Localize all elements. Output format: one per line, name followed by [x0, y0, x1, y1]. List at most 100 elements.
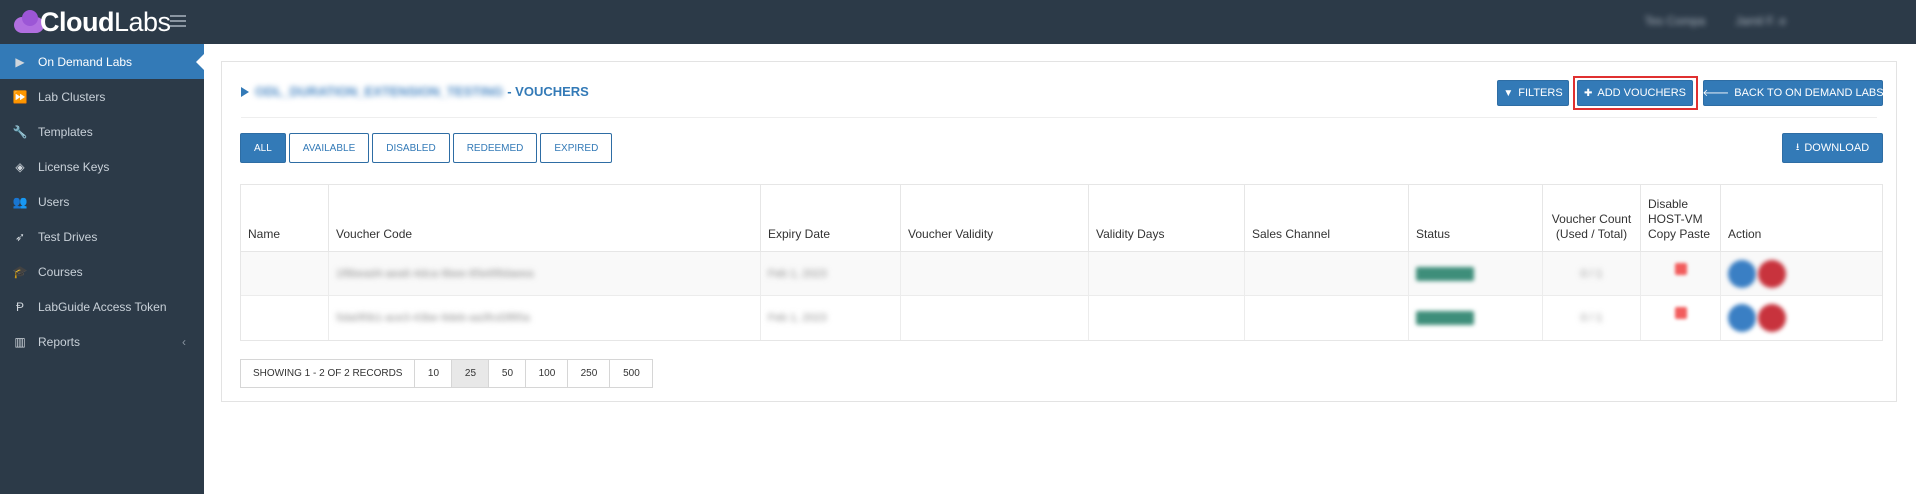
- status-badge: [1416, 266, 1474, 281]
- table-row: 1f8bead4-aea6-4dca-9bee-85e6f8daeea Feb …: [241, 252, 1882, 296]
- cell-name: [241, 252, 329, 295]
- sidebar-item-label: Reports: [38, 334, 81, 349]
- tab-disabled[interactable]: DISABLED: [372, 133, 450, 163]
- tab-expired[interactable]: EXPIRED: [540, 133, 613, 163]
- sidebar-item-label: Test Drives: [38, 229, 98, 244]
- cell-status: [1409, 252, 1543, 295]
- caret-right-icon[interactable]: [241, 86, 249, 97]
- tab-all[interactable]: ALL: [240, 133, 286, 163]
- table-header: Name Voucher Code Expiry Date Voucher Va…: [241, 185, 1882, 252]
- column-header-expiry-date[interactable]: Expiry Date: [761, 185, 901, 251]
- cell-sales-channel: [1245, 252, 1409, 295]
- cell-voucher-count: 0 / 1: [1543, 252, 1641, 295]
- table-body: 1f8bead4-aea6-4dca-9bee-85e6f8daeea Feb …: [241, 252, 1882, 340]
- voucher-status-tabs: ALL AVAILABLE DISABLED REDEEMED EXPIRED: [240, 133, 613, 163]
- cell-action: [1721, 252, 1882, 295]
- sidebar-item-label: License Keys: [38, 159, 110, 174]
- vouchers-table: Name Voucher Code Expiry Date Voucher Va…: [240, 184, 1883, 341]
- cell-name: [241, 296, 329, 340]
- sidebar-item-license-keys[interactable]: ◈ License Keys: [0, 149, 204, 184]
- cell-validity-days: [1089, 296, 1245, 340]
- back-to-on-demand-labs-button[interactable]: 🡐 BACK TO ON DEMAND LABS: [1702, 80, 1884, 106]
- cell-status: [1409, 296, 1543, 340]
- top-right-user-area: Tes Compa Jamil F. e: [1645, 14, 1786, 28]
- page-size-50[interactable]: 50: [489, 360, 527, 387]
- graduation-cap-icon: 🎓: [12, 264, 28, 279]
- tag-icon: ◈: [15, 159, 25, 174]
- disabled-indicator-icon: [1674, 307, 1687, 319]
- header-divider: [241, 117, 1877, 118]
- cell-action: [1721, 296, 1882, 340]
- delete-button[interactable]: [1758, 259, 1786, 288]
- user-menu[interactable]: Jamil F. e: [1735, 14, 1786, 28]
- edit-button[interactable]: [1728, 304, 1756, 332]
- arrow-left-icon: 🡐: [1702, 88, 1730, 99]
- plus-icon: ✚: [1584, 87, 1593, 99]
- cell-validity-days: [1089, 252, 1245, 295]
- cell-disable-copy-paste: [1641, 252, 1721, 295]
- tab-available[interactable]: AVAILABLE: [288, 133, 370, 163]
- users-icon: 👥: [12, 194, 28, 209]
- rocket-icon: ➶: [14, 229, 26, 244]
- sidebar-item-test-drives[interactable]: ➶ Test Drives: [0, 219, 204, 254]
- column-header-voucher-validity[interactable]: Voucher Validity: [901, 185, 1089, 251]
- column-header-voucher-code[interactable]: Voucher Code: [329, 185, 761, 251]
- filters-button[interactable]: ▼ FILTERS: [1497, 80, 1569, 106]
- fast-forward-icon: ⏩: [12, 89, 28, 104]
- page-size-500[interactable]: 500: [610, 360, 652, 387]
- hamburger-menu-icon[interactable]: [170, 15, 186, 27]
- cell-voucher-validity: [901, 296, 1089, 340]
- sidebar-item-label: On Demand Labs: [38, 54, 133, 69]
- column-header-validity-days[interactable]: Validity Days: [1089, 185, 1245, 251]
- cell-voucher-code: 1f8bead4-aea6-4dca-9bee-85e6f8daeea: [329, 252, 761, 295]
- filter-icon: ▼: [1503, 87, 1514, 99]
- status-badge: [1416, 311, 1474, 325]
- column-header-status[interactable]: Status: [1409, 185, 1543, 251]
- column-header-voucher-count: Voucher Count (Used / Total): [1543, 185, 1641, 251]
- table-row: 5da0f0b1-ace3-43be-9deb-aa3fcd3f85a Feb …: [241, 296, 1882, 340]
- cell-voucher-validity: [901, 252, 1089, 295]
- column-header-name[interactable]: Name: [241, 185, 329, 251]
- sidebar-item-label: Courses: [38, 264, 83, 279]
- download-button[interactable]: ⭳ DOWNLOAD: [1782, 133, 1883, 163]
- bar-chart-icon: ▥: [14, 334, 26, 349]
- tab-redeemed[interactable]: REDEEMED: [452, 133, 538, 163]
- wrench-icon: 🔧: [12, 124, 28, 139]
- page-size-250[interactable]: 250: [568, 360, 611, 387]
- column-header-sales-channel[interactable]: Sales Channel: [1245, 185, 1409, 251]
- sidebar: ▶ On Demand Labs ⏩ Lab Clusters 🔧 Templa…: [0, 44, 205, 494]
- cell-voucher-count: 0 / 1: [1543, 296, 1641, 340]
- token-icon: Ᵽ: [15, 299, 24, 314]
- cell-voucher-code: 5da0f0b1-ace3-43be-9deb-aa3fcd3f85a: [329, 296, 761, 340]
- cell-expiry-date: Feb 1, 2023: [761, 252, 901, 295]
- cloudlabs-logo[interactable]: CloudLabs: [14, 7, 171, 37]
- chevron-left-icon: ‹: [182, 334, 186, 349]
- sidebar-item-reports[interactable]: ▥ Reports ‹: [0, 324, 204, 359]
- sidebar-item-labguide-access-token[interactable]: Ᵽ LabGuide Access Token: [0, 289, 204, 324]
- delete-button[interactable]: [1758, 304, 1786, 332]
- download-icon: ⭳: [1795, 141, 1800, 153]
- sidebar-item-label: Templates: [38, 124, 93, 139]
- lab-name: ODL_DURATION_EXTENSION_TESTING: [255, 84, 504, 99]
- brand-name: CloudLabs: [40, 6, 171, 37]
- sidebar-item-on-demand-labs[interactable]: ▶ On Demand Labs: [0, 44, 205, 79]
- column-header-disable-copy-paste: Disable HOST-VM Copy Paste: [1641, 185, 1721, 251]
- add-vouchers-button[interactable]: ✚ ADD VOUCHERS: [1577, 80, 1693, 106]
- sidebar-item-users[interactable]: 👥 Users: [0, 184, 204, 219]
- page-title-suffix: - VOUCHERS: [507, 84, 589, 99]
- sidebar-item-lab-clusters[interactable]: ⏩ Lab Clusters: [0, 79, 204, 114]
- column-header-action: Action: [1728, 227, 1762, 241]
- page-size-25[interactable]: 25: [452, 360, 490, 387]
- sidebar-item-label: Lab Clusters: [38, 89, 106, 104]
- page-size-100[interactable]: 100: [526, 360, 569, 387]
- cell-expiry-date: Feb 1, 2023: [761, 296, 901, 340]
- sidebar-item-templates[interactable]: 🔧 Templates: [0, 114, 204, 149]
- sidebar-item-courses[interactable]: 🎓 Courses: [0, 254, 204, 289]
- page-size-10[interactable]: 10: [415, 360, 453, 387]
- disabled-indicator-icon: [1674, 262, 1687, 275]
- edit-button[interactable]: [1728, 259, 1756, 288]
- company-selector[interactable]: Tes Compa: [1645, 14, 1706, 28]
- vouchers-panel: ODL_DURATION_EXTENSION_TESTING - VOUCHER…: [221, 61, 1897, 402]
- sidebar-item-label: LabGuide Access Token: [38, 299, 167, 314]
- cell-disable-copy-paste: [1641, 296, 1721, 340]
